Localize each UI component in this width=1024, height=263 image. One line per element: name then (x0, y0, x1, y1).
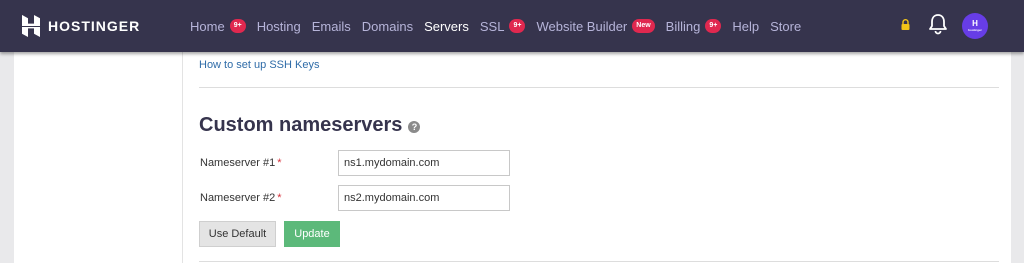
page-section-title: Custom nameservers ? (199, 114, 421, 137)
nav-item-home[interactable]: Home 9+ (190, 19, 246, 34)
nav-item-label: Hosting (256, 18, 301, 34)
nav-item-help[interactable]: Help (732, 19, 759, 34)
question-icon[interactable]: ? (408, 121, 421, 133)
required-marker: * (277, 192, 282, 204)
new-badge: New (632, 19, 655, 33)
question-glyph: ? (411, 122, 418, 132)
use-default-button[interactable]: Use Default (199, 221, 276, 247)
nav-item-website-builder[interactable]: Website Builder New (536, 18, 655, 34)
nav-item-domains[interactable]: Domains (362, 19, 413, 34)
nav-item-servers[interactable]: Servers (424, 19, 469, 34)
required-marker: * (277, 157, 282, 169)
notification-badge: 9+ (509, 19, 526, 33)
top-navigation-bar: HOSTINGER Home 9+ Hosting Emails Domains… (0, 0, 1024, 52)
main-nav: Home 9+ Hosting Emails Domains Servers S… (190, 0, 812, 52)
update-button[interactable]: Update (284, 221, 340, 247)
left-sidebar (14, 52, 183, 263)
avatar-subtext: hostinger (968, 28, 982, 32)
bell-icon[interactable] (928, 13, 948, 40)
nav-item-label: Help (732, 18, 760, 34)
nav-item-label: SSL (479, 18, 505, 34)
field-label-text: Nameserver #2 (200, 192, 276, 204)
user-avatar[interactable]: H hostinger (962, 13, 988, 39)
field-label-text: Nameserver #1 (200, 157, 276, 169)
header-actions: H hostinger (901, 0, 988, 52)
nav-item-hosting[interactable]: Hosting (257, 19, 301, 34)
nav-item-label: Store (770, 18, 802, 34)
brand-logo[interactable]: HOSTINGER (22, 15, 140, 37)
nav-item-billing[interactable]: Billing 9+ (666, 19, 722, 34)
main-content: How to set up SSH Keys Custom nameserver… (183, 52, 1011, 263)
nameserver-2-label: Nameserver #2 * (200, 192, 281, 204)
nav-item-emails[interactable]: Emails (312, 19, 351, 34)
brand-name: HOSTINGER (48, 18, 141, 34)
nav-item-label: Billing (665, 18, 701, 34)
section-title-text: Custom nameservers (199, 114, 403, 136)
notification-badge: 9+ (229, 19, 246, 33)
nav-item-label: Emails (311, 18, 351, 34)
nav-item-label: Domains (361, 18, 414, 34)
ssh-keys-help-link[interactable]: How to set up SSH Keys (199, 59, 319, 71)
section-divider (199, 261, 999, 262)
lock-icon[interactable] (901, 17, 910, 35)
nameserver-1-label: Nameserver #1 * (200, 157, 281, 169)
nameserver-1-input[interactable] (338, 150, 510, 176)
nav-item-label: Website Builder (536, 18, 628, 34)
nav-item-label: Home (190, 18, 225, 34)
nav-item-label: Servers (424, 18, 469, 34)
hostinger-logo-icon (22, 15, 40, 37)
nav-item-store[interactable]: Store (770, 19, 801, 34)
notification-badge: 9+ (705, 19, 722, 33)
avatar-initial: H (972, 19, 978, 28)
section-divider (199, 87, 999, 88)
nav-item-ssl[interactable]: SSL 9+ (480, 19, 526, 34)
nameserver-2-input[interactable] (338, 185, 510, 211)
